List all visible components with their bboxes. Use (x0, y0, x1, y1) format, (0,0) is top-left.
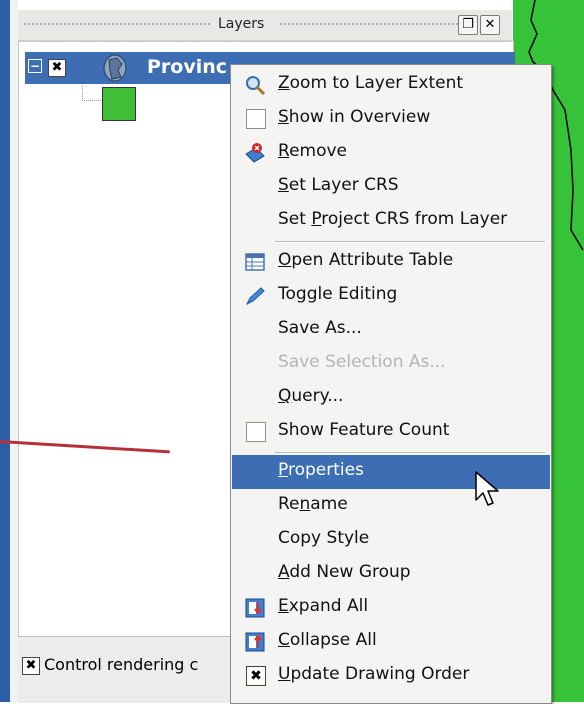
menu-item-save-selection-as: Save Selection As... (232, 347, 550, 381)
layer-visibility-checkbox[interactable]: ✖ (48, 59, 66, 77)
menu-item-label: Zoom to Layer Extent (278, 73, 464, 93)
tree-connector (82, 86, 101, 101)
menu-item-expand-all[interactable]: Expand All (232, 591, 550, 625)
layer-context-menu: Zoom to Layer Extent Show in Overview Re… (230, 64, 552, 704)
menu-item-label: Open Attribute Table (278, 250, 454, 270)
menu-item-set-project-crs[interactable]: Set Project CRS from Layer (232, 204, 550, 238)
menu-item-label: Show Feature Count (278, 420, 450, 440)
mouse-cursor-icon (475, 471, 499, 506)
zoom-extent-icon (246, 76, 266, 96)
menu-item-label: Save As... (278, 318, 362, 338)
collapse-icon[interactable]: − (28, 59, 42, 73)
menu-item-remove[interactable]: Remove (232, 136, 550, 170)
menu-item-query[interactable]: Query... (232, 381, 550, 415)
control-rendering-checkbox[interactable]: ✖ (22, 657, 40, 675)
checkbox-icon[interactable] (246, 422, 266, 442)
menu-item-rename[interactable]: Rename (232, 489, 550, 523)
remove-layer-icon (245, 143, 265, 163)
titlebar-grip-right (280, 23, 458, 25)
menu-item-label: Show in Overview (278, 107, 431, 127)
menu-item-open-attribute-table[interactable]: Open Attribute Table (232, 245, 550, 279)
checked-box-icon[interactable]: ✖ (246, 666, 266, 686)
control-rendering-label: Control rendering c (44, 655, 199, 674)
layer-name[interactable]: Provinc (147, 56, 227, 78)
menu-item-label: Add New Group (278, 562, 411, 582)
left-panel-edge (0, 0, 10, 702)
dock-gutter (10, 0, 18, 702)
menu-item-label: Expand All (278, 596, 369, 616)
menu-item-collapse-all[interactable]: Collapse All (232, 625, 550, 659)
menu-item-label: Save Selection As... (278, 352, 446, 372)
menu-item-label: Copy Style (278, 528, 370, 548)
close-dock-button[interactable]: ✕ (480, 15, 500, 35)
menu-item-properties[interactable]: Properties (232, 455, 550, 489)
menu-item-label: Set Layer CRS (278, 175, 399, 195)
menu-item-show-in-overview[interactable]: Show in Overview (232, 102, 550, 136)
attribute-table-icon (245, 253, 265, 271)
menu-item-label: Remove (278, 141, 348, 161)
menu-separator (275, 452, 545, 454)
layers-dock-titlebar[interactable]: Layers ❐ ✕ (18, 10, 512, 41)
menu-item-copy-style[interactable]: Copy Style (232, 523, 550, 557)
menu-item-label: Properties (278, 460, 364, 480)
menu-item-label: Update Drawing Order (278, 664, 470, 684)
menu-item-set-layer-crs[interactable]: Set Layer CRS (232, 170, 550, 204)
menu-item-label: Toggle Editing (278, 284, 398, 304)
menu-item-save-as[interactable]: Save As... (232, 313, 550, 347)
menu-item-show-feature-count[interactable]: Show Feature Count (232, 415, 550, 449)
menu-item-label: Set Project CRS from Layer (278, 209, 508, 229)
menu-item-add-new-group[interactable]: Add New Group (232, 557, 550, 591)
menu-item-label: Query... (278, 386, 344, 406)
menu-item-label: Collapse All (278, 630, 377, 650)
menu-item-label: Rename (278, 494, 348, 514)
float-dock-button[interactable]: ❐ (458, 15, 478, 35)
menu-separator (275, 241, 545, 243)
checkbox-icon[interactable] (246, 109, 266, 129)
menu-item-update-drawing-order[interactable]: ✖ Update Drawing Order (232, 659, 550, 693)
vector-polygon-icon (103, 54, 127, 82)
expand-all-icon (245, 598, 265, 618)
collapse-all-icon (245, 632, 265, 652)
layers-dock-title: Layers (218, 16, 265, 32)
pencil-icon (245, 287, 265, 306)
layer-symbol-swatch (102, 87, 136, 121)
titlebar-grip-left (24, 23, 212, 25)
menu-item-toggle-editing[interactable]: Toggle Editing (232, 279, 550, 313)
menu-item-zoom-to-layer-extent[interactable]: Zoom to Layer Extent (232, 68, 550, 102)
